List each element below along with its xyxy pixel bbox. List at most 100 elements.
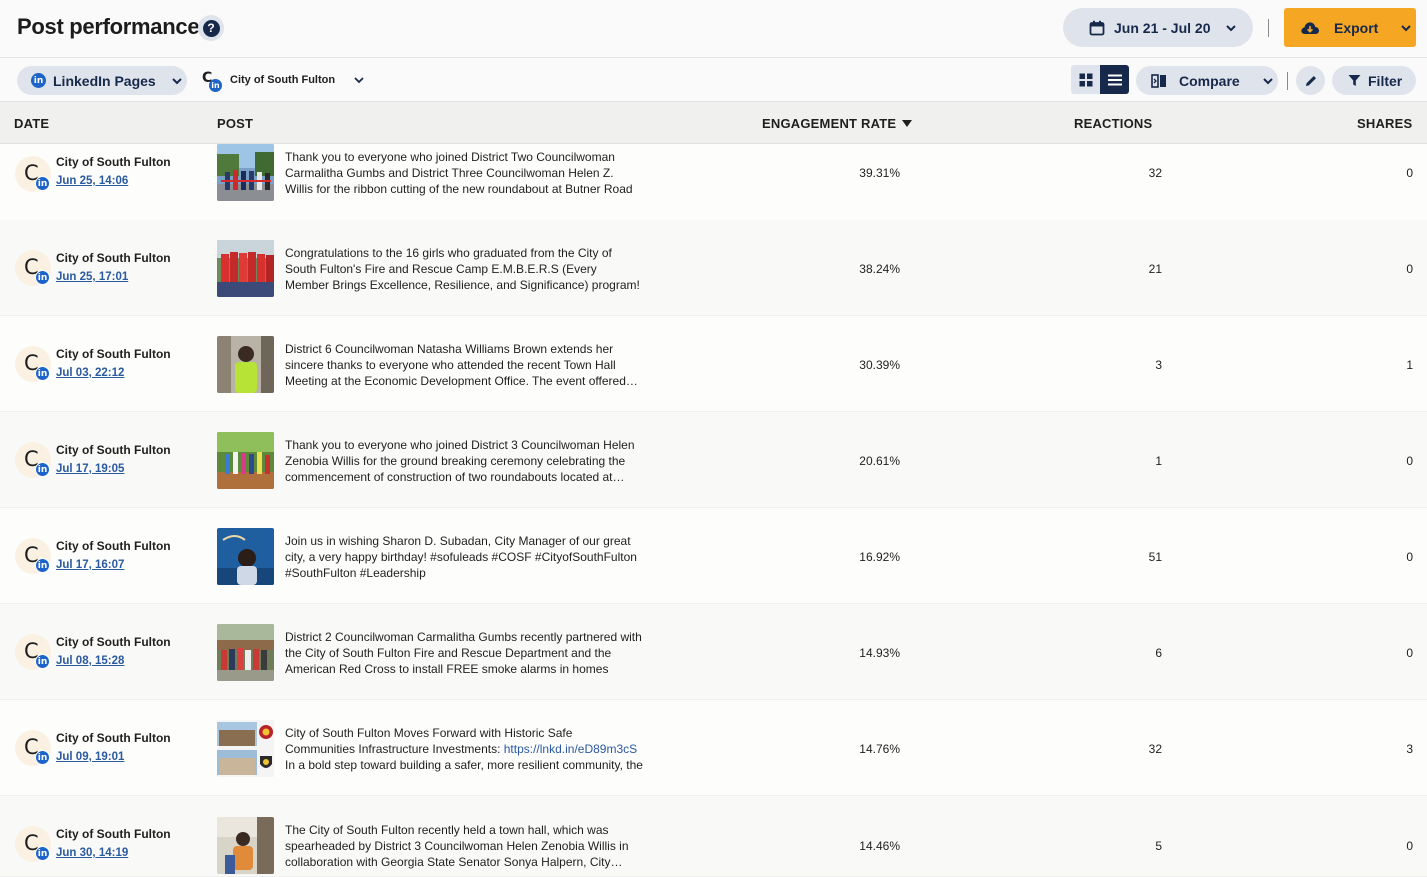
reactions-value: 5 <box>1155 839 1162 853</box>
engagement-rate-value: 39.31% <box>859 166 900 180</box>
shares-value: 1 <box>1406 358 1413 372</box>
compare-button[interactable]: Compare <box>1136 66 1278 95</box>
column-header-date[interactable]: DATE <box>14 116 49 131</box>
account-name: City of South Fulton <box>56 539 171 553</box>
profile-name: City of South Fulton <box>230 74 336 86</box>
post-thumbnail[interactable] <box>217 336 274 393</box>
post-thumbnail[interactable] <box>217 817 274 874</box>
reactions-value: 21 <box>1148 262 1162 276</box>
linkedin-icon: in <box>35 558 50 573</box>
table-row[interactable]: Cin City of South Fulton Jul 17, 19:05 T… <box>0 412 1427 508</box>
engagement-rate-value: 16.92% <box>859 550 900 564</box>
linkedin-icon: in <box>209 79 222 92</box>
edit-button[interactable] <box>1296 66 1325 95</box>
engagement-rate-value: 14.76% <box>859 742 900 756</box>
post-date-link[interactable]: Jul 17, 19:05 <box>56 463 124 475</box>
divider <box>1268 19 1269 37</box>
reactions-value: 32 <box>1148 742 1162 756</box>
avatar: Cin <box>15 634 51 670</box>
pencil-icon <box>1305 75 1316 86</box>
reactions-value: 6 <box>1155 646 1162 660</box>
export-button[interactable]: Export <box>1284 8 1416 47</box>
post-thumbnail[interactable] <box>217 432 274 489</box>
shares-value: 0 <box>1406 839 1413 853</box>
account-name: City of South Fulton <box>56 251 171 265</box>
post-text[interactable]: District 6 Councilwoman Natasha Williams… <box>285 341 643 389</box>
post-date-link[interactable]: Jul 17, 16:07 <box>56 559 124 571</box>
post-date-link[interactable]: Jun 25, 17:01 <box>56 271 128 283</box>
avatar: Cin <box>15 250 51 286</box>
linkedin-icon: in <box>35 654 50 669</box>
help-icon: ? <box>202 19 220 37</box>
reactions-value: 1 <box>1155 454 1162 468</box>
avatar: Cin <box>15 442 51 478</box>
filter-label: Filter <box>1368 72 1403 89</box>
list-icon <box>1107 74 1122 85</box>
profile-select[interactable]: C in City of South Fulton <box>200 66 365 94</box>
filter-button[interactable]: Filter <box>1332 66 1416 95</box>
date-range-button[interactable]: Jun 21 - Jul 20 <box>1063 8 1253 47</box>
avatar: Cin <box>15 730 51 766</box>
calendar-icon <box>1089 20 1105 35</box>
post-text[interactable]: Thank you to everyone who joined Distric… <box>285 149 643 197</box>
post-thumbnail[interactable] <box>217 240 274 297</box>
list-view-button[interactable] <box>1100 65 1129 94</box>
network-label: LinkedIn Pages <box>53 72 156 89</box>
post-date-link[interactable]: Jul 03, 22:12 <box>56 367 124 379</box>
post-text[interactable]: Join us in wishing Sharon D. Subadan, Ci… <box>285 533 643 581</box>
date-range-label: Jun 21 - Jul 20 <box>1114 19 1211 36</box>
engagement-rate-value: 30.39% <box>859 358 900 372</box>
shares-value: 3 <box>1406 742 1413 756</box>
column-header-post[interactable]: POST <box>217 116 253 131</box>
linkedin-icon: in <box>35 366 50 381</box>
linkedin-icon: in <box>35 846 50 861</box>
column-header-engagement-rate[interactable]: ENGAGEMENT RATE <box>762 116 913 131</box>
shares-value: 0 <box>1406 550 1413 564</box>
avatar: Cin <box>15 826 51 862</box>
engagement-rate-value: 38.24% <box>859 262 900 276</box>
funnel-icon <box>1348 75 1361 86</box>
chevron-down-icon <box>1262 77 1273 84</box>
table-row[interactable]: Cin City of South Fulton Jul 03, 22:12 D… <box>0 316 1427 412</box>
post-thumbnail[interactable] <box>217 144 274 201</box>
table-header: DATE POST ENGAGEMENT RATE REACTIONS SHAR… <box>0 102 1427 144</box>
table-row[interactable]: Cin City of South Fulton Jul 09, 19:01 C… <box>0 700 1427 796</box>
divider <box>1287 72 1288 90</box>
post-text[interactable]: City of South Fulton Moves Forward with … <box>285 725 643 773</box>
post-link[interactable]: https://lnkd.in/eD89m3cS <box>504 742 637 756</box>
reactions-value: 32 <box>1148 166 1162 180</box>
chevron-down-icon <box>171 77 182 84</box>
table-row[interactable]: Cin City of South Fulton Jun 25, 17:01 C… <box>0 220 1427 316</box>
avatar: Cin <box>15 346 51 382</box>
column-header-reactions[interactable]: REACTIONS <box>1074 116 1152 131</box>
column-header-shares[interactable]: SHARES <box>1357 116 1412 131</box>
post-text[interactable]: Thank you to everyone who joined Distric… <box>285 437 643 485</box>
grid-view-button[interactable] <box>1071 65 1100 94</box>
post-date-link[interactable]: Jul 08, 15:28 <box>56 655 124 667</box>
engagement-rate-value: 14.46% <box>859 839 900 853</box>
help-button[interactable]: ? <box>198 15 224 41</box>
table-row[interactable]: Cin City of South Fulton Jun 30, 14:19 T… <box>0 796 1427 877</box>
linkedin-icon: in <box>35 750 50 765</box>
post-thumbnail[interactable] <box>217 624 274 681</box>
table-row[interactable]: Cin City of South Fulton Jul 08, 15:28 D… <box>0 604 1427 700</box>
post-thumbnail[interactable] <box>217 720 274 777</box>
column-header-engagement-label: ENGAGEMENT RATE <box>762 116 897 131</box>
post-text[interactable]: The City of South Fulton recently held a… <box>285 822 643 870</box>
post-text[interactable]: Congratulations to the 16 girls who grad… <box>285 245 643 293</box>
post-thumbnail[interactable] <box>217 528 274 585</box>
engagement-rate-value: 14.93% <box>859 646 900 660</box>
reactions-value: 3 <box>1155 358 1162 372</box>
post-date-link[interactable]: Jun 30, 14:19 <box>56 847 128 859</box>
network-select[interactable]: in LinkedIn Pages <box>17 66 187 95</box>
cloud-download-icon <box>1301 21 1319 34</box>
shares-value: 0 <box>1406 646 1413 660</box>
table-row[interactable]: Cin City of South Fulton Jul 17, 16:07 J… <box>0 508 1427 604</box>
reactions-value: 51 <box>1148 550 1162 564</box>
post-date-link[interactable]: Jul 09, 19:01 <box>56 751 124 763</box>
post-date-link[interactable]: Jun 25, 14:06 <box>56 175 128 187</box>
account-name: City of South Fulton <box>56 155 171 169</box>
account-name: City of South Fulton <box>56 347 171 361</box>
avatar: Cin <box>15 156 51 192</box>
post-text[interactable]: District 2 Councilwoman Carmalitha Gumbs… <box>285 629 643 677</box>
